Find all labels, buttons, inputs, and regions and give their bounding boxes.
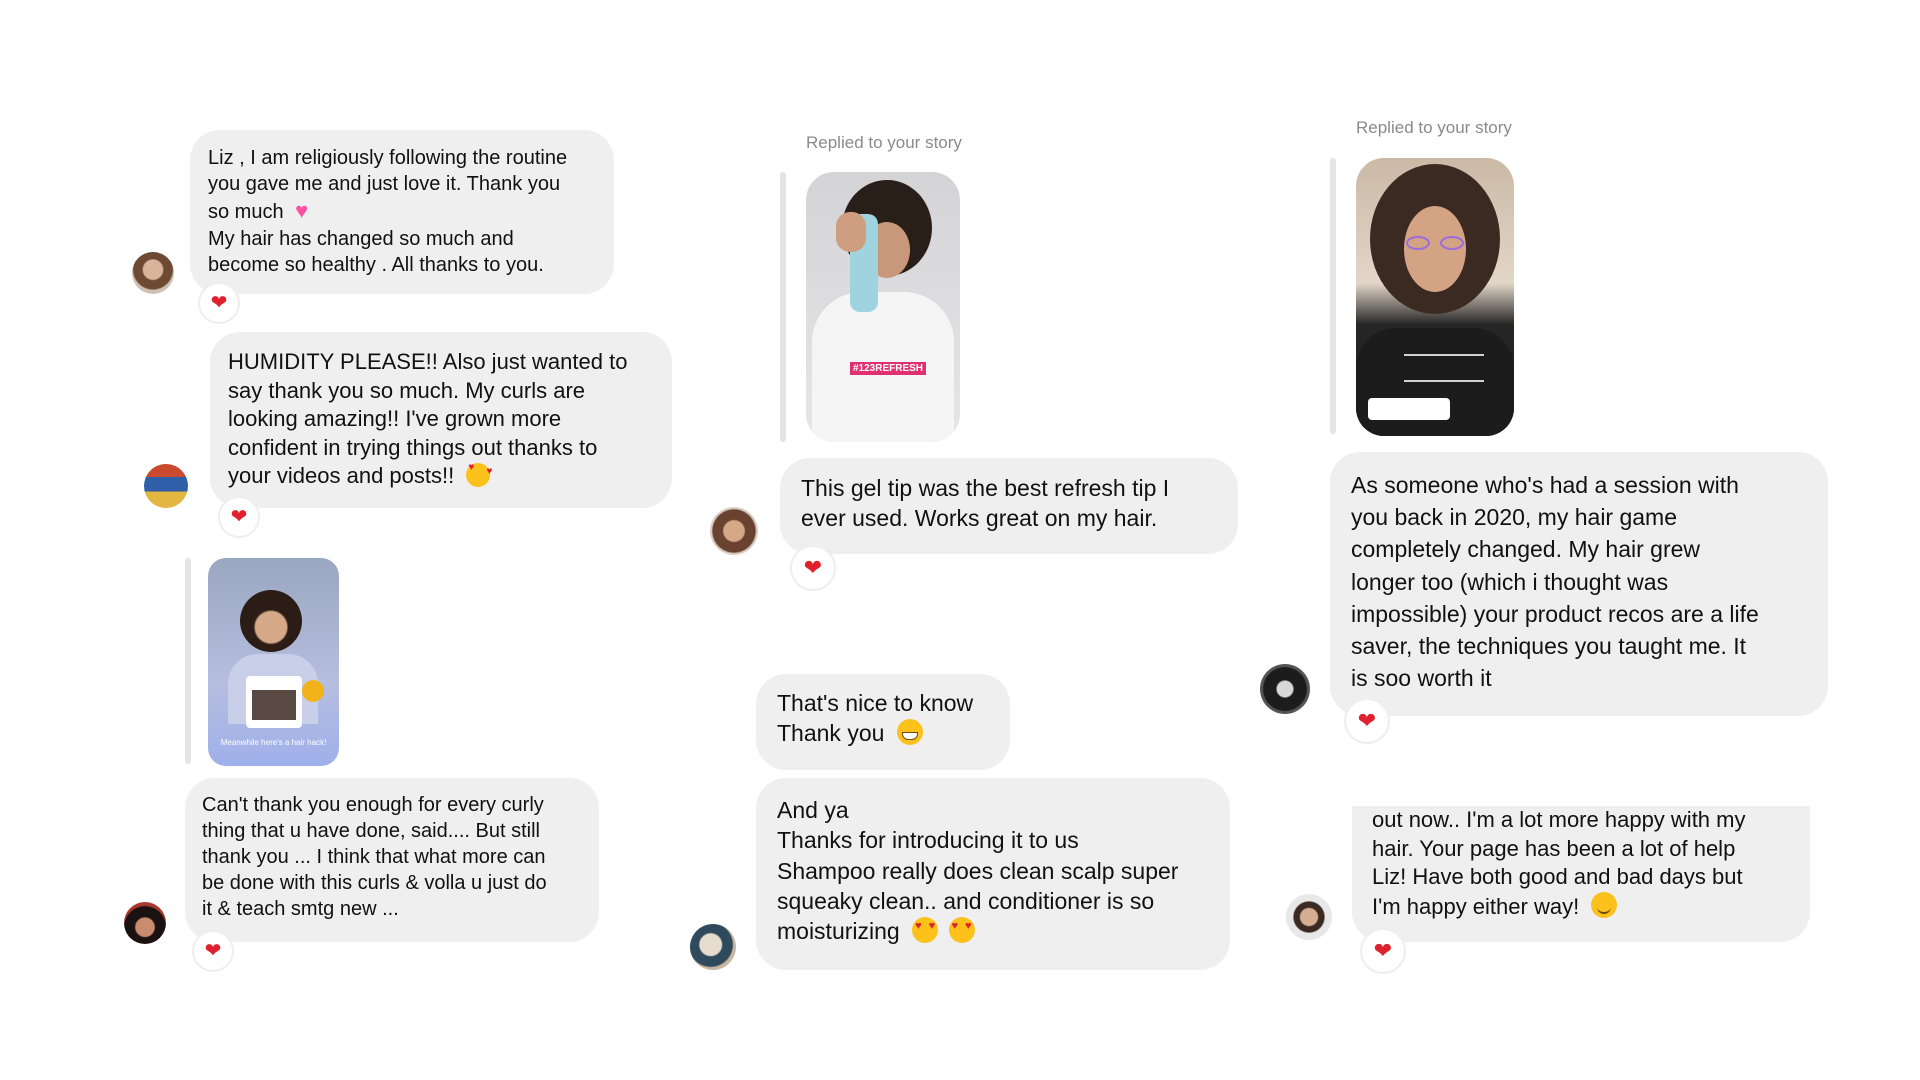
glasses-icon bbox=[1404, 236, 1466, 252]
avatar[interactable] bbox=[132, 252, 174, 294]
message-text: it & teach smtg new ... bbox=[202, 898, 399, 920]
message-text: Thank you bbox=[777, 718, 989, 749]
message-text: thing that u have done, said.... But sti… bbox=[202, 820, 540, 842]
message-text: Shampoo really does clean scalp super bbox=[777, 857, 1179, 884]
heart-reaction-icon[interactable]: ❤ bbox=[218, 496, 260, 538]
replied-to-story-label: Replied to your story bbox=[806, 133, 962, 152]
smiling-face-emoji-icon bbox=[1591, 891, 1618, 918]
story-hashtag: #123REFRESH bbox=[850, 362, 927, 375]
story-caption: Meanwhile here's a hair hack! bbox=[220, 738, 327, 747]
message-text: thank you ... I think that what more can bbox=[202, 846, 546, 868]
reply-indicator-bar bbox=[185, 558, 191, 764]
message-bubble-2: HUMIDITY PLEASE!! Also just wanted to sa… bbox=[210, 332, 672, 508]
message-bubble-1: Liz , I am religiously following the rou… bbox=[190, 130, 614, 294]
message-text: HUMIDITY PLEASE!! Also just wanted to bbox=[228, 349, 628, 374]
message-text: This gel tip was the best refresh tip I bbox=[801, 475, 1170, 501]
avatar[interactable] bbox=[710, 507, 758, 555]
avatar[interactable] bbox=[690, 924, 736, 970]
story-thumbnail[interactable]: #123REFRESH bbox=[806, 172, 960, 442]
message-text: become so healthy . All thanks to you. bbox=[208, 253, 544, 276]
message-text: say thank you so much. My curls are bbox=[228, 377, 586, 403]
reply-indicator-bar bbox=[780, 172, 786, 442]
message-text: out now.. I'm a lot more happy with my bbox=[1372, 807, 1746, 832]
message-text: your videos and posts!! ♥ ♥ bbox=[228, 462, 493, 489]
smiling-face-with-hearts-emoji-icon: ♥ ♥ bbox=[466, 462, 492, 488]
heart-reaction-icon[interactable]: ❤ bbox=[1344, 698, 1390, 744]
message-text: completely changed. My hair grew bbox=[1351, 536, 1700, 563]
message-text: moisturizing ♥ ♥ ♥ ♥ bbox=[777, 916, 1209, 946]
grinning-face-emoji-icon bbox=[896, 718, 923, 745]
story-text-box bbox=[1404, 354, 1484, 382]
avatar[interactable] bbox=[1260, 664, 1310, 714]
story-card bbox=[246, 676, 302, 728]
avatar[interactable] bbox=[1286, 894, 1332, 940]
heart-eyes-emoji-icon: ♥ ♥ bbox=[948, 917, 975, 944]
message-text: I'm happy either way! bbox=[1372, 891, 1790, 922]
message-text: so much ♥ bbox=[208, 198, 309, 223]
message-text: hair. Your page has been a lot of help bbox=[1372, 835, 1736, 861]
message-text: saver, the techniques you taught me. It bbox=[1351, 632, 1747, 659]
message-text: ever used. Works great on my hair. bbox=[801, 504, 1158, 531]
message-text: squeaky clean.. and conditioner is so bbox=[777, 888, 1155, 915]
message-text: looking amazing!! I've grown more bbox=[228, 406, 562, 432]
heart-reaction-icon[interactable]: ❤ bbox=[1360, 928, 1406, 974]
message-text: is soo worth it bbox=[1351, 665, 1492, 692]
story-person bbox=[240, 590, 302, 652]
message-bubble-6: And ya Thanks for introducing it to us S… bbox=[756, 778, 1230, 970]
message-text: you gave me and just love it. Thank you bbox=[208, 173, 561, 195]
message-bubble-7: As someone who's had a session with you … bbox=[1330, 452, 1828, 716]
reply-indicator-bar bbox=[1330, 158, 1336, 434]
heart-reaction-icon[interactable]: ❤ bbox=[790, 545, 836, 591]
message-text: And ya bbox=[777, 797, 849, 823]
message-text: Liz , I am religiously following the rou… bbox=[208, 147, 568, 169]
story-question-sticker bbox=[1368, 398, 1450, 420]
message-bubble-8: out now.. I'm a lot more happy with my h… bbox=[1352, 806, 1810, 942]
message-text: longer too (which i thought was bbox=[1351, 568, 1669, 595]
message-text: Liz! Have both good and bad days but bbox=[1372, 864, 1743, 890]
message-bubble-3: Can't thank you enough for every curly t… bbox=[185, 778, 599, 942]
heart-reaction-icon[interactable]: ❤ bbox=[198, 282, 240, 324]
message-text: be done with this curls & volla u just d… bbox=[202, 872, 547, 894]
pink-heart-emoji-icon: ♥ bbox=[295, 198, 309, 223]
message-text: Thanks for introducing it to us bbox=[777, 827, 1079, 854]
message-text: As someone who's had a session with bbox=[1351, 472, 1739, 498]
story-thumbnail[interactable]: Meanwhile here's a hair hack! bbox=[208, 558, 339, 766]
message-text: My hair has changed so much and bbox=[208, 227, 514, 250]
message-text: Can't thank you enough for every curly bbox=[202, 794, 544, 816]
message-text: you back in 2020, my hair game bbox=[1351, 504, 1678, 531]
story-thumbnail[interactable] bbox=[1356, 158, 1514, 436]
message-text: That's nice to know bbox=[777, 690, 974, 716]
hand bbox=[836, 212, 866, 252]
message-bubble-5: That's nice to know Thank you bbox=[756, 674, 1010, 770]
message-text: impossible) your product recos are a lif… bbox=[1351, 600, 1759, 627]
message-text: confident in trying things out thanks to bbox=[228, 434, 598, 460]
heart-eyes-emoji-icon: ♥ ♥ bbox=[912, 917, 939, 944]
avatar[interactable] bbox=[144, 464, 188, 508]
message-bubble-4: This gel tip was the best refresh tip I … bbox=[780, 458, 1238, 554]
replied-to-story-label: Replied to your story bbox=[1356, 118, 1512, 137]
story-sticker bbox=[302, 680, 324, 702]
heart-reaction-icon[interactable]: ❤ bbox=[192, 930, 234, 972]
avatar[interactable] bbox=[124, 902, 166, 944]
